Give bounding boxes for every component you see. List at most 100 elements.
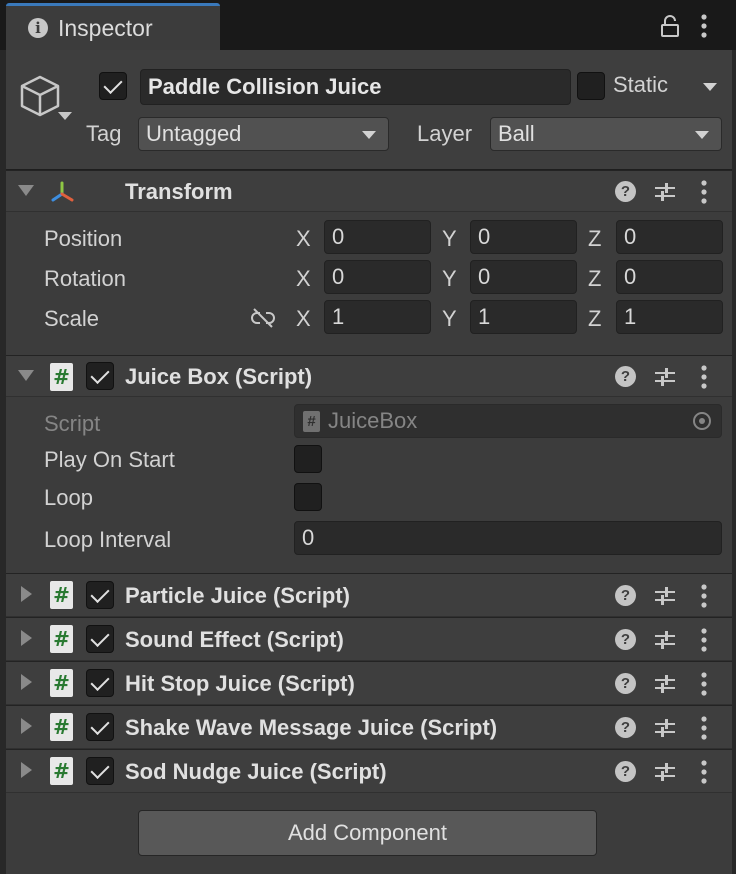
loop-checkbox[interactable] <box>294 483 322 511</box>
component-menu-icon[interactable] <box>696 178 712 206</box>
component-enabled-checkbox[interactable] <box>86 581 114 609</box>
tab-title: Inspector <box>58 14 153 41</box>
help-icon[interactable]: ? <box>615 673 636 694</box>
help-icon[interactable]: ? <box>615 629 636 650</box>
sod-nudge-juice-header[interactable]: # Sod Nudge Juice (Script) ? <box>6 749 732 793</box>
script-object-field[interactable]: # JuiceBox <box>294 404 722 438</box>
foldout-collapsed-icon[interactable] <box>21 630 32 646</box>
hit-stop-juice-header[interactable]: # Hit Stop Juice (Script) ? <box>6 661 732 705</box>
scale-z-field[interactable]: 1 <box>616 300 723 334</box>
juice-box-title: Juice Box (Script) <box>125 364 313 389</box>
gameobject-cube-icon[interactable] <box>18 72 78 128</box>
component-menu-icon[interactable] <box>696 582 712 610</box>
layer-dropdown[interactable]: Ball <box>490 117 722 151</box>
component-menu-icon[interactable] <box>696 626 712 654</box>
presets-icon[interactable] <box>653 629 677 651</box>
foldout-collapsed-icon[interactable] <box>21 762 32 778</box>
shake-wave-message-juice-header[interactable]: # Shake Wave Message Juice (Script) ? <box>6 705 732 749</box>
presets-icon[interactable] <box>653 366 677 388</box>
component-title: Particle Juice (Script) <box>125 583 350 608</box>
foldout-collapsed-icon[interactable] <box>21 586 32 602</box>
static-label: Static <box>613 72 669 97</box>
foldout-expanded-icon[interactable] <box>18 185 34 196</box>
component-enabled-checkbox[interactable] <box>86 757 114 785</box>
chevron-down-icon <box>695 131 709 139</box>
position-x-field[interactable]: 0 <box>324 220 431 254</box>
presets-icon[interactable] <box>653 673 677 695</box>
gameobject-name-field[interactable]: Paddle Collision Juice <box>140 69 571 105</box>
tag-dropdown[interactable]: Untagged <box>138 117 389 151</box>
script-icon: # <box>50 625 73 653</box>
axis-y-label: Y <box>442 306 457 331</box>
foldout-collapsed-icon[interactable] <box>21 718 32 734</box>
component-menu-icon[interactable] <box>696 758 712 786</box>
component-enabled-checkbox[interactable] <box>86 713 114 741</box>
juice-box-header[interactable]: # Juice Box (Script) ? <box>6 355 732 397</box>
script-icon: # <box>50 581 73 609</box>
transform-axes-icon <box>51 181 74 202</box>
help-icon[interactable]: ? <box>615 181 636 202</box>
help-icon[interactable]: ? <box>615 717 636 738</box>
script-label: Script <box>44 411 101 436</box>
scale-label: Scale <box>44 306 100 331</box>
presets-icon[interactable] <box>653 717 677 739</box>
component-menu-icon[interactable] <box>696 670 712 698</box>
foldout-collapsed-icon[interactable] <box>21 674 32 690</box>
lock-icon[interactable] <box>660 15 680 37</box>
scale-x-field[interactable]: 1 <box>324 300 431 334</box>
rotation-label: Rotation <box>44 266 126 291</box>
component-enabled-checkbox[interactable] <box>86 625 114 653</box>
component-menu-icon[interactable] <box>696 714 712 742</box>
gameobject-header: Paddle Collision Juice Static Tag Untagg… <box>6 50 732 170</box>
script-icon: # <box>50 757 73 785</box>
add-component-button[interactable]: Add Component <box>138 810 597 856</box>
component-enabled-checkbox[interactable] <box>86 362 114 390</box>
axis-x-label: X <box>296 226 311 251</box>
help-icon[interactable]: ? <box>615 366 636 387</box>
axis-x-label: X <box>296 306 311 331</box>
transform-title: Transform <box>125 179 233 204</box>
script-icon: # <box>50 669 73 697</box>
component-title: Shake Wave Message Juice (Script) <box>125 715 498 740</box>
rotation-z-field[interactable]: 0 <box>616 260 723 294</box>
position-z-field[interactable]: 0 <box>616 220 723 254</box>
script-icon: # <box>50 363 73 391</box>
unlink-scale-icon[interactable] <box>250 306 276 330</box>
static-dropdown-icon[interactable] <box>703 83 717 91</box>
transform-body: Position X 0 Y 0 Z 0 Rotation X 0 Y 0 Z … <box>6 212 732 355</box>
presets-icon[interactable] <box>653 761 677 783</box>
presets-icon[interactable] <box>653 181 677 203</box>
help-icon[interactable]: ? <box>615 761 636 782</box>
position-y-field[interactable]: 0 <box>470 220 577 254</box>
inspector-panel: Paddle Collision Juice Static Tag Untagg… <box>6 50 732 874</box>
gameobject-active-checkbox[interactable] <box>99 72 127 100</box>
transform-header[interactable]: Transform ? <box>6 170 732 212</box>
foldout-expanded-icon[interactable] <box>18 370 34 381</box>
axis-z-label: Z <box>588 306 602 331</box>
static-checkbox[interactable] <box>577 72 605 100</box>
tag-value: Untagged <box>146 121 242 146</box>
component-enabled-checkbox[interactable] <box>86 669 114 697</box>
rotation-x-field[interactable]: 0 <box>324 260 431 294</box>
sound-effect-header[interactable]: # Sound Effect (Script) ? <box>6 617 732 661</box>
rotation-y-field[interactable]: 0 <box>470 260 577 294</box>
loop-interval-field[interactable]: 0 <box>294 521 722 555</box>
tag-label: Tag <box>86 121 122 146</box>
axis-x-label: X <box>296 266 311 291</box>
tab-inspector[interactable]: i Inspector <box>6 3 220 50</box>
axis-y-label: Y <box>442 266 457 291</box>
position-label: Position <box>44 226 123 251</box>
help-icon[interactable]: ? <box>615 585 636 606</box>
tab-bar: i Inspector <box>0 0 736 50</box>
object-picker-icon[interactable] <box>693 412 711 430</box>
component-menu-icon[interactable] <box>696 363 712 391</box>
scale-y-field[interactable]: 1 <box>470 300 577 334</box>
axis-z-label: Z <box>588 266 602 291</box>
more-options-icon[interactable] <box>696 12 712 40</box>
presets-icon[interactable] <box>653 585 677 607</box>
layer-value: Ball <box>498 121 535 146</box>
play-on-start-checkbox[interactable] <box>294 445 322 473</box>
script-icon: # <box>303 410 320 432</box>
particle-juice-header[interactable]: # Particle Juice (Script) ? <box>6 573 732 617</box>
loop-label: Loop <box>44 485 93 510</box>
